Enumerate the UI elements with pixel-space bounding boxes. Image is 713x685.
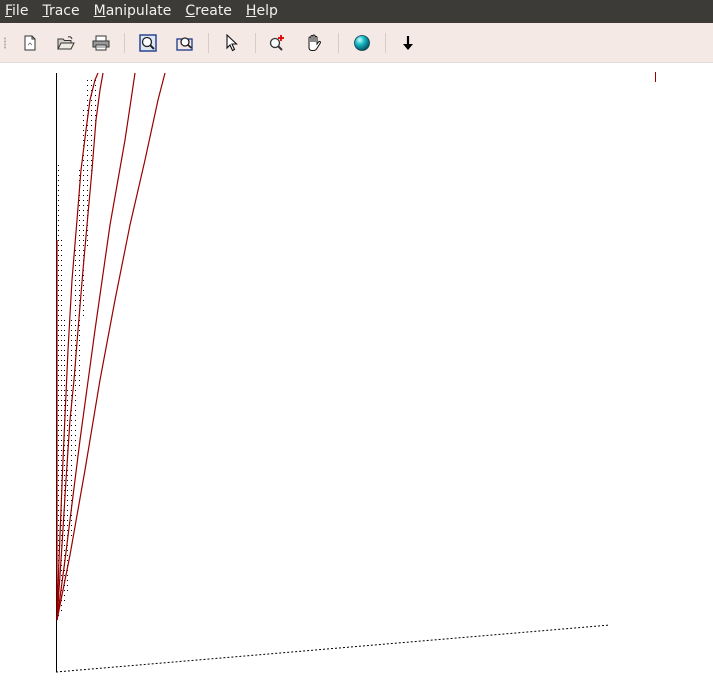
trace-lines xyxy=(56,72,166,621)
menu-trace-label: race xyxy=(48,3,80,19)
pan-hand-icon xyxy=(308,34,321,51)
open-button[interactable] xyxy=(54,31,78,55)
toolbar-separator xyxy=(208,33,209,53)
menu-help-label: elp xyxy=(256,3,278,19)
menu-help[interactable]: Help xyxy=(245,0,279,23)
zoom-region-button[interactable] xyxy=(173,31,197,55)
zoom-fit-icon xyxy=(139,34,157,52)
down-button[interactable] xyxy=(396,31,420,55)
select-button[interactable] xyxy=(220,31,244,55)
globe-button[interactable] xyxy=(350,31,374,55)
toolbar-separator xyxy=(124,33,125,53)
new-file-button[interactable] xyxy=(18,31,42,55)
menu-trace[interactable]: Trace xyxy=(41,0,80,23)
zoom-in-button[interactable] xyxy=(266,31,290,55)
menu-file-label: ile xyxy=(12,3,29,19)
arrow-down-icon xyxy=(403,36,413,50)
menubar: File Trace Manipulate Create Help xyxy=(0,0,713,23)
zoom-fit-button[interactable] xyxy=(136,31,160,55)
toolbar-grip[interactable] xyxy=(4,37,6,49)
menu-file[interactable]: File xyxy=(4,0,29,23)
globe-icon xyxy=(354,35,370,51)
menu-manipulate-label: anipulate xyxy=(105,3,172,19)
trace-canvas[interactable] xyxy=(0,64,713,685)
pan-button[interactable] xyxy=(302,31,326,55)
toolbar-separator xyxy=(255,33,256,53)
menu-help-mnemonic: H xyxy=(245,3,257,19)
menu-file-mnemonic: F xyxy=(5,3,13,19)
toolbar-separator xyxy=(385,33,386,53)
menu-create-mnemonic: C xyxy=(185,3,196,19)
zoom-in-icon xyxy=(269,35,284,51)
printer-icon xyxy=(92,35,110,51)
open-folder-icon xyxy=(57,36,75,50)
menu-manipulate-mnemonic: M xyxy=(93,3,106,19)
new-file-icon xyxy=(24,35,36,51)
zoom-region-icon xyxy=(176,37,193,51)
pointer-icon xyxy=(226,34,238,52)
baseline-trace xyxy=(55,624,611,673)
toolbar xyxy=(0,23,713,63)
menu-manipulate[interactable]: Manipulate xyxy=(93,0,173,23)
print-button[interactable] xyxy=(89,31,113,55)
toolbar-separator xyxy=(338,33,339,53)
menu-create[interactable]: Create xyxy=(184,0,233,23)
menu-create-label: reate xyxy=(195,3,232,19)
